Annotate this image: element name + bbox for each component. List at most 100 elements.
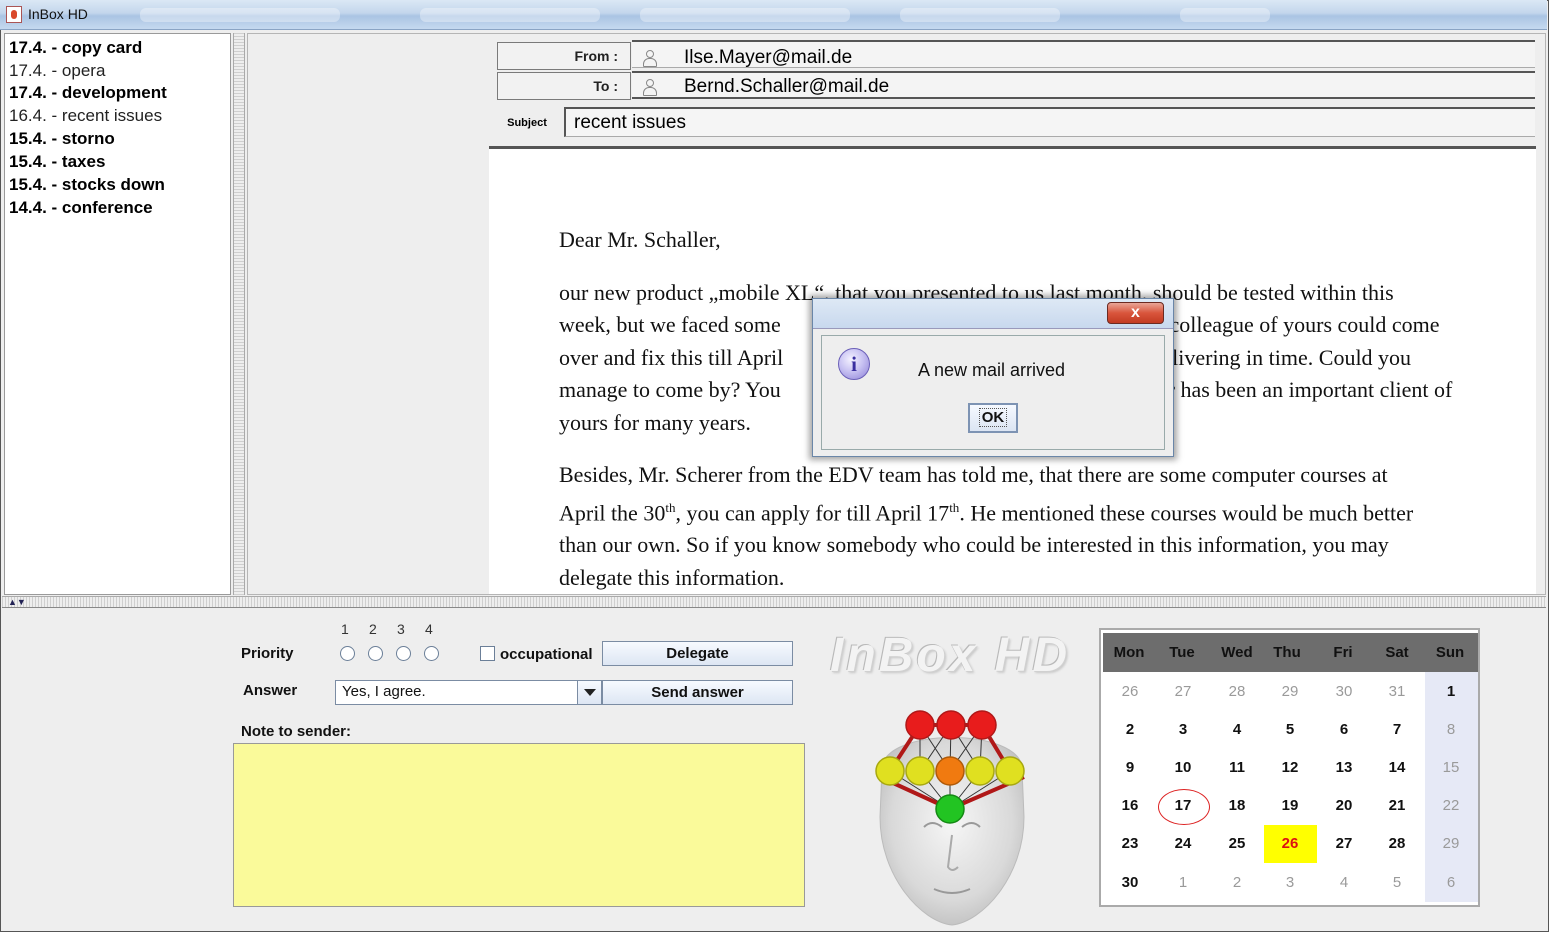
- person-icon: [643, 50, 657, 67]
- calendar-day[interactable]: 29: [1425, 835, 1477, 853]
- calendar-day[interactable]: 3: [1264, 874, 1316, 892]
- priority-number: 4: [425, 621, 433, 637]
- from-value: Ilse.Mayer@mail.de: [684, 47, 853, 68]
- list-item[interactable]: 17.4. - development: [9, 82, 167, 104]
- java-app-icon: [6, 6, 22, 23]
- calendar-weekday: Sat: [1385, 644, 1409, 661]
- priority-radio-1[interactable]: [340, 646, 355, 661]
- calendar-day[interactable]: 26: [1264, 835, 1316, 853]
- send-answer-button[interactable]: Send answer: [602, 680, 793, 705]
- window-title: InBox HD: [28, 6, 88, 22]
- calendar-day[interactable]: 3: [1157, 721, 1209, 739]
- collapse-arrows-icon[interactable]: ▲▼: [8, 597, 26, 607]
- calendar-day[interactable]: 9: [1104, 759, 1156, 777]
- calendar-day[interactable]: 29: [1264, 683, 1316, 701]
- occupational-checkbox[interactable]: [480, 646, 495, 661]
- to-value: Bernd.Schaller@mail.de: [684, 76, 890, 97]
- priority-radio-4[interactable]: [424, 646, 439, 661]
- blurred-title-segment: [420, 8, 600, 22]
- calendar-day[interactable]: 11: [1211, 759, 1263, 777]
- head-priority-graphic: [875, 710, 1025, 926]
- priority-number: 1: [341, 621, 349, 637]
- list-item[interactable]: 17.4. - copy card: [9, 37, 142, 59]
- calendar-day[interactable]: 15: [1425, 759, 1477, 777]
- calendar-day[interactable]: 28: [1371, 835, 1423, 853]
- calendar-day[interactable]: 19: [1264, 797, 1316, 815]
- calendar-day[interactable]: 21: [1371, 797, 1423, 815]
- title-bar[interactable]: InBox HD: [0, 0, 1547, 30]
- answer-select-value: Yes, I agree.: [342, 683, 426, 700]
- close-button[interactable]: x: [1107, 302, 1164, 324]
- calendar-day[interactable]: 6: [1425, 874, 1477, 892]
- calendar-weekday: Mon: [1113, 644, 1145, 661]
- info-icon: i: [838, 348, 870, 380]
- calendar-day[interactable]: 24: [1157, 835, 1209, 853]
- calendar-day[interactable]: 26: [1104, 683, 1156, 701]
- subject-value: recent issues: [574, 112, 686, 133]
- calendar-weekday: Fri: [1333, 644, 1353, 661]
- delegate-button[interactable]: Delegate: [602, 641, 793, 666]
- list-item[interactable]: 14.4. - conference: [9, 197, 153, 219]
- note-label: Note to sender:: [241, 723, 352, 740]
- priority-radio-3[interactable]: [396, 646, 411, 661]
- list-item[interactable]: 15.4. - taxes: [9, 151, 105, 173]
- calendar-day[interactable]: 2: [1211, 874, 1263, 892]
- calendar-day[interactable]: 25: [1211, 835, 1263, 853]
- calendar-day[interactable]: 10: [1157, 759, 1209, 777]
- greeting: Dear Mr. Schaller,: [559, 227, 721, 252]
- calendar-day[interactable]: 18: [1211, 797, 1263, 815]
- calendar-day[interactable]: 30: [1318, 683, 1370, 701]
- calendar-day[interactable]: 23: [1104, 835, 1156, 853]
- calendar-day[interactable]: 12: [1264, 759, 1316, 777]
- inbox-hd-logo: InBox HD: [830, 629, 1070, 682]
- list-item[interactable]: 17.4. - opera: [9, 60, 105, 82]
- blurred-title-segment: [640, 8, 850, 22]
- note-to-sender-textarea[interactable]: [233, 743, 805, 907]
- chevron-down-icon[interactable]: [577, 680, 602, 705]
- calendar-day[interactable]: 7: [1371, 721, 1423, 739]
- ok-button[interactable]: OK: [968, 403, 1018, 433]
- mail-list[interactable]: 17.4. - copy card 17.4. - opera 17.4. - …: [4, 33, 231, 595]
- calendar-day[interactable]: 4: [1211, 721, 1263, 739]
- list-item[interactable]: 15.4. - stocks down: [9, 174, 165, 196]
- horizontal-splitter[interactable]: ▲▼: [2, 596, 1546, 608]
- calendar-day[interactable]: 28: [1211, 683, 1263, 701]
- calendar-day[interactable]: 27: [1318, 835, 1370, 853]
- calendar-weekday: Sun: [1435, 644, 1465, 661]
- subject-field: [564, 107, 1535, 137]
- priority-number: 2: [369, 621, 377, 637]
- subject-label: Subject: [495, 110, 559, 136]
- to-label: To :: [497, 72, 631, 100]
- dialog-message: A new mail arrived: [918, 360, 1066, 380]
- calendar-day[interactable]: 5: [1371, 874, 1423, 892]
- answer-label: Answer: [243, 682, 298, 699]
- calendar-day[interactable]: 13: [1318, 759, 1370, 777]
- calendar-day[interactable]: 8: [1425, 721, 1477, 739]
- calendar-day[interactable]: 20: [1318, 797, 1370, 815]
- calendar-day[interactable]: 14: [1371, 759, 1423, 777]
- blurred-title-segment: [1180, 8, 1270, 22]
- calendar-sunday-column: [1425, 672, 1478, 902]
- calendar-day[interactable]: 31: [1371, 683, 1423, 701]
- calendar-day[interactable]: 27: [1157, 683, 1209, 701]
- priority-label: Priority: [241, 645, 294, 662]
- calendar-day[interactable]: 6: [1318, 721, 1370, 739]
- calendar-weekday: Wed: [1221, 644, 1253, 661]
- calendar-weekday: Tue: [1169, 644, 1195, 661]
- calendar-day[interactable]: 22: [1425, 797, 1477, 815]
- person-icon: [643, 79, 657, 96]
- calendar-day[interactable]: 2: [1104, 721, 1156, 739]
- priority-radio-2[interactable]: [368, 646, 383, 661]
- calendar-day[interactable]: 1: [1157, 874, 1209, 892]
- calendar-day[interactable]: 16: [1104, 797, 1156, 815]
- from-label: From :: [497, 42, 631, 70]
- list-item-selected[interactable]: 16.4. - recent issues: [9, 105, 162, 127]
- calendar-day[interactable]: 30: [1104, 874, 1156, 892]
- calendar-day[interactable]: 1: [1425, 683, 1477, 701]
- list-item[interactable]: 15.4. - storno: [9, 128, 115, 150]
- calendar-day[interactable]: 17: [1157, 797, 1209, 815]
- calendar-day[interactable]: 5: [1264, 721, 1316, 739]
- blurred-title-segment: [140, 8, 340, 22]
- calendar-day[interactable]: 4: [1318, 874, 1370, 892]
- vertical-splitter[interactable]: [233, 33, 245, 595]
